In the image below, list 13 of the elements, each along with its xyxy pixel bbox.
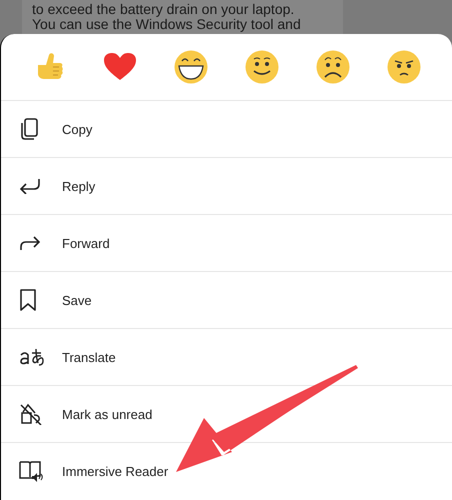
frowning-face-icon (387, 50, 422, 84)
smiling-face-icon (245, 50, 280, 84)
laughing-face-icon (174, 50, 208, 84)
copy-icon (19, 118, 41, 140)
sad-face-icon (316, 50, 350, 84)
message-text: You can use the Windows Security tool and (32, 17, 302, 32)
immersive-reader-icon (19, 460, 43, 482)
message-text: to exceed the battery drain on your laptop. (32, 2, 296, 17)
heart-icon (104, 53, 136, 81)
forward-arrow-icon (19, 235, 41, 251)
bookmark-icon (19, 289, 37, 311)
reply-arrow-icon (19, 178, 41, 194)
translate-icon (19, 347, 45, 367)
